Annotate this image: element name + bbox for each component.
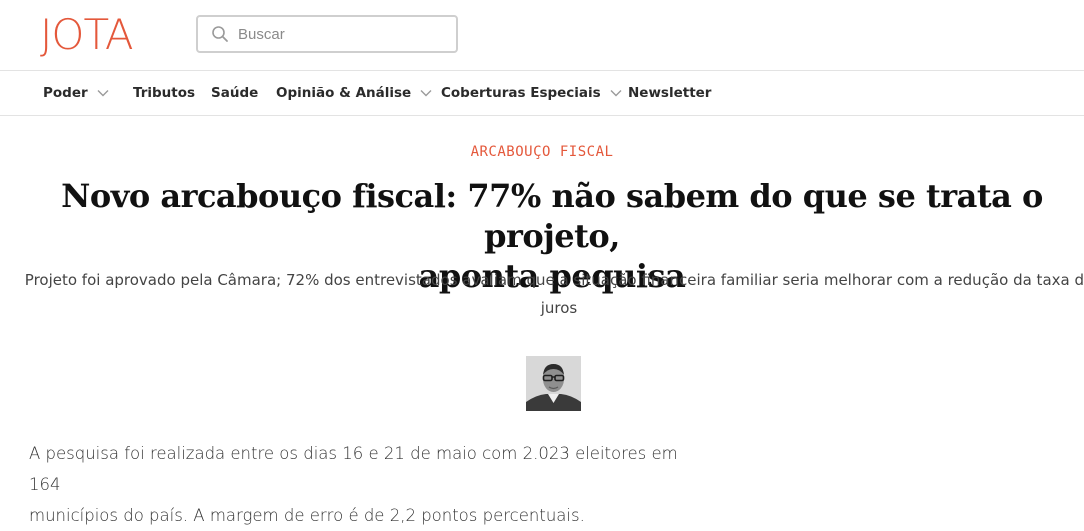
search-input[interactable]	[238, 25, 438, 43]
jota-logo[interactable]: JOTA	[40, 12, 134, 58]
nav-item-label: Poder	[43, 85, 88, 101]
nav-item-saude[interactable]: Saúde	[211, 71, 258, 115]
article-kicker[interactable]: ARCABOUÇO FISCAL	[0, 144, 1084, 160]
author-avatar[interactable]	[526, 356, 581, 411]
body-line-2: municípios do país. A margem de erro é d…	[29, 506, 585, 525]
chevron-down-icon	[420, 90, 432, 97]
nav-item-label: Coberturas Especiais	[441, 85, 601, 101]
author-photo	[526, 356, 581, 411]
headline-line-1: Novo arcabouço fiscal: 77% não sabem do …	[61, 177, 1043, 255]
chevron-down-icon	[610, 90, 622, 97]
nav-item-label: Newsletter	[628, 85, 712, 101]
nav-item-label: Saúde	[211, 85, 259, 101]
nav-item-opiniao-analise[interactable]: Opinião & Análise	[276, 71, 432, 115]
nav-item-label: Opinião & Análise	[276, 85, 412, 101]
nav-item-tributos[interactable]: Tributos	[133, 71, 195, 115]
main-nav: Poder Tributos Saúde Opinião & Análise C…	[0, 70, 1084, 116]
body-line-1: A pesquisa foi realizada entre os dias 1…	[29, 444, 678, 494]
nav-item-label: Tributos	[133, 85, 196, 101]
nav-item-newsletter[interactable]: Newsletter	[628, 71, 711, 115]
search-box[interactable]	[196, 15, 458, 53]
site-header: JOTA	[0, 0, 1084, 70]
article-subtitle: Projeto foi aprovado pela Câmara; 72% do…	[24, 271, 1084, 317]
search-icon[interactable]	[211, 25, 229, 43]
article-body-paragraph: A pesquisa foi realizada entre os dias 1…	[29, 438, 689, 531]
nav-item-poder[interactable]: Poder	[43, 71, 109, 115]
chevron-down-icon	[97, 90, 109, 97]
nav-item-coberturas-especiais[interactable]: Coberturas Especiais	[441, 71, 622, 115]
